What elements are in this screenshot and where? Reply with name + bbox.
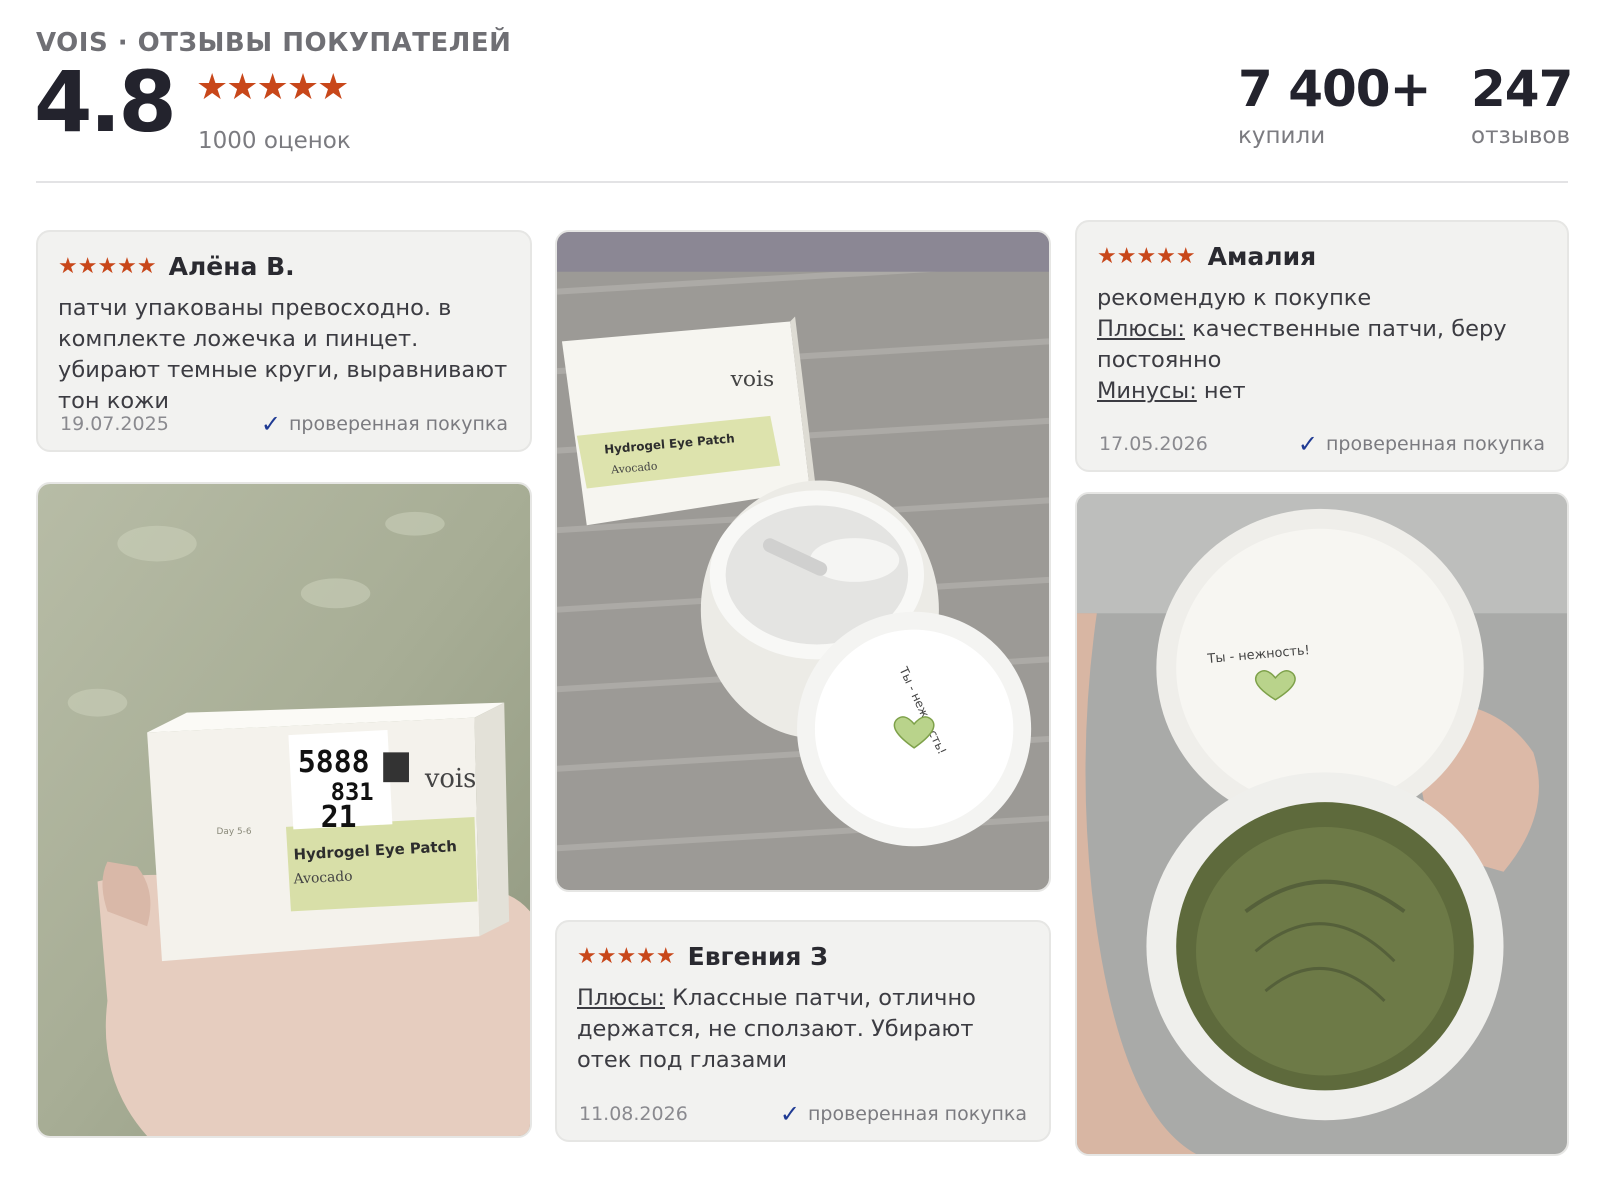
review-author: Евгения З <box>687 942 828 971</box>
box-days-label: Day 5-6 <box>217 827 252 837</box>
review-author: Алёна В. <box>168 252 295 281</box>
review-date: 17.05.2026 <box>1099 433 1208 455</box>
rating-count: 1000 оценок <box>198 128 351 154</box>
stat-reviews: 247 отзывов <box>1471 60 1573 150</box>
box-brand-logo: vois <box>730 367 775 392</box>
rating-stars-icon: ★★★★★ <box>196 67 349 108</box>
review-header: ★★★★★ Амалия <box>1097 242 1547 271</box>
check-icon: ✓ <box>779 1100 800 1128</box>
review-footer: 11.08.2026 ✓ проверенная покупка <box>579 1102 1027 1126</box>
review-date: 11.08.2026 <box>579 1103 688 1125</box>
review-date: 19.07.2025 <box>60 413 169 435</box>
star-icon: ★★★★★ <box>1097 243 1196 269</box>
review-photo-open-jar[interactable]: Ты - нежность! <box>1075 492 1569 1156</box>
cons-label: Минусы: <box>1097 378 1197 404</box>
review-header: ★★★★★ Алёна В. <box>58 252 510 281</box>
review-card-evgeniya[interactable]: ★★★★★ Евгения З Плюсы: Классные патчи, о… <box>555 920 1051 1142</box>
review-card-alena[interactable]: ★★★★★ Алёна В. патчи упакованы превосход… <box>36 230 532 452</box>
review-footer: 17.05.2026 ✓ проверенная покупка <box>1099 432 1545 456</box>
verified-badge: ✓ проверенная покупка <box>780 1102 1027 1126</box>
sticker-number: 21 <box>321 800 357 835</box>
verified-badge: ✓ проверенная покупка <box>1298 432 1545 456</box>
rating-value: 4.8 <box>34 53 177 151</box>
check-icon: ✓ <box>260 410 281 438</box>
review-text: Плюсы: Классные патчи, отлично держатся,… <box>577 983 1029 1076</box>
review-photo-box-in-hand[interactable]: 5888 831 21 vois Hydrogel Eye Patch Avoc… <box>36 482 532 1138</box>
review-author: Амалия <box>1207 242 1317 271</box>
verified-label: проверенная покупка <box>288 413 508 435</box>
cons-text: нет <box>1196 378 1246 404</box>
review-comment: рекомендую к покупке <box>1097 285 1372 311</box>
review-footer: 19.07.2025 ✓ проверенная покупка <box>60 412 508 436</box>
sticker-number: 5888 <box>298 745 370 780</box>
stat-bought-value: 7 400+ <box>1238 60 1431 118</box>
header-divider <box>36 181 1568 183</box>
check-icon: ✓ <box>1297 430 1318 458</box>
review-text: рекомендую к покупке Плюсы: качественные… <box>1097 283 1547 407</box>
photo-jar-on-blanket: vois Hydrogel Eye Patch Avocado Ты - неж… <box>557 232 1049 890</box>
pros-label: Плюсы: <box>577 985 665 1011</box>
stat-bought-label: купили <box>1238 123 1326 149</box>
box-variant: Avocado <box>292 868 353 887</box>
verified-badge: ✓ проверенная покупка <box>261 412 508 436</box>
star-icon: ★★★★★ <box>58 253 157 279</box>
review-pros: Плюсы: качественные патчи, беру постоянн… <box>1097 314 1547 376</box>
star-icon: ★★★★★ <box>577 943 676 969</box>
review-cons: Минусы: нет <box>1097 376 1547 407</box>
photo-box-in-hand: 5888 831 21 vois Hydrogel Eye Patch Avoc… <box>38 484 530 1136</box>
review-card-amaliya[interactable]: ★★★★★ Амалия рекомендую к покупке Плюсы:… <box>1075 220 1569 472</box>
stat-reviews-label: отзывов <box>1471 123 1571 149</box>
review-photo-jar-on-blanket[interactable]: vois Hydrogel Eye Patch Avocado Ты - неж… <box>555 230 1051 892</box>
review-header: ★★★★★ Евгения З <box>577 942 1029 971</box>
stat-bought: 7 400+ купили <box>1238 60 1431 150</box>
review-text: патчи упакованы превосходно. в комплекте… <box>58 295 508 414</box>
photo-open-jar: Ты - нежность! <box>1077 494 1567 1154</box>
box-brand-logo: vois <box>424 764 477 794</box>
verified-label: проверенная покупка <box>807 1103 1027 1125</box>
pros-label: Плюсы: <box>1097 316 1185 342</box>
stat-reviews-value: 247 <box>1471 60 1573 118</box>
verified-label: проверенная покупка <box>1325 433 1545 455</box>
